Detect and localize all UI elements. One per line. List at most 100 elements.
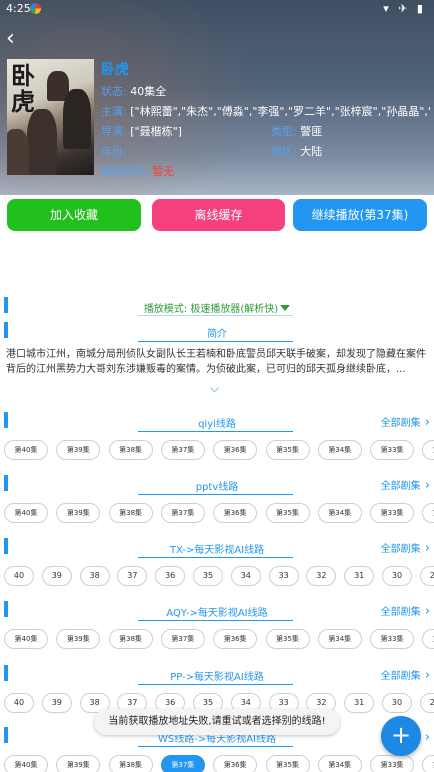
episode-chip[interactable]: 第34集	[317, 755, 362, 772]
episode-chip[interactable]: 第33集	[370, 503, 415, 523]
episode-chip[interactable]: 第38集	[108, 503, 153, 523]
episode-chip[interactable]: 40	[4, 566, 34, 586]
episode-chip[interactable]: 第33集	[370, 440, 415, 460]
episode-chip[interactable]: 第39集	[56, 503, 101, 523]
intro-text: 港口城市江州，南城分局刑侦队女副队长王若楠和卧底警员邱天联手破案，却发现了隐藏在…	[6, 349, 426, 375]
video-title: 卧虎	[101, 62, 129, 78]
divider	[138, 341, 293, 342]
episode-chip-row: 第40集第39集第38集第37集第36集第35集第34集第33集第32集	[0, 440, 434, 460]
episode-chip[interactable]: 第40集	[4, 440, 48, 460]
route-title: TX->每天影视AI线路	[169, 545, 265, 556]
route-section: pptv线路 全部剧集 › 第40集 第39集 第38集 第37集 第36集 第35集 第34集…	[0, 475, 434, 537]
episode-chip[interactable]: 第37集	[160, 755, 205, 772]
poster-figure	[7, 129, 29, 175]
episode-chip[interactable]: 第40集	[4, 629, 48, 649]
all-episodes-link[interactable]: 全部剧集 ›	[381, 667, 430, 682]
episode-chip[interactable]: 第38集	[108, 755, 153, 772]
episode-chip[interactable]: 第32集	[422, 440, 434, 460]
episode-chip[interactable]: 第36集	[213, 440, 258, 460]
episode-chip[interactable]: 第32集	[422, 629, 434, 649]
all-episodes-link[interactable]: 全部剧集 ›	[381, 603, 430, 618]
update-value: 暂无	[152, 165, 175, 178]
favorite-button[interactable]: 加入收藏	[7, 199, 141, 231]
episode-chip[interactable]: 第32集	[422, 755, 434, 772]
actors-label: 主演:	[101, 105, 127, 118]
back-arrow-icon[interactable]: ‹	[6, 26, 26, 52]
genre-cell: 类型: 警匪	[271, 122, 322, 142]
episode-chip[interactable]: 30	[382, 693, 412, 713]
chevron-right-icon: ›	[420, 668, 430, 683]
all-episodes-label: 全部剧集	[380, 544, 421, 555]
episode-chip-row: 40 39 38 37 36 35 34 33 32 31 30 29	[0, 566, 434, 586]
episode-chip[interactable]: 第37集	[160, 503, 205, 523]
episode-chip[interactable]: 第38集	[108, 440, 153, 460]
episode-chip[interactable]: 第35集	[265, 755, 310, 772]
poster-image: 卧虎	[7, 59, 94, 175]
episode-chip[interactable]: 第40集	[4, 503, 48, 523]
episode-chip[interactable]: 第32集	[422, 503, 434, 523]
episode-chip[interactable]: 38	[79, 566, 110, 586]
chevron-right-icon: ›	[420, 604, 430, 619]
all-episodes-link[interactable]: 全部剧集 ›	[381, 414, 430, 429]
episode-chip[interactable]: 第39集	[56, 629, 101, 649]
episode-chip[interactable]: 第39集	[56, 755, 101, 772]
divider	[138, 315, 293, 316]
offline-cache-button[interactable]: 离线缓存	[152, 199, 285, 231]
episode-chip[interactable]: 第37集	[160, 440, 205, 460]
episode-chip[interactable]: 第39集	[56, 440, 101, 460]
episode-chip[interactable]: 第36集	[213, 629, 258, 649]
all-episodes-label: 全部剧集	[380, 418, 421, 429]
divider	[138, 746, 293, 747]
episode-chip[interactable]: 第37集	[160, 629, 205, 649]
episode-chip[interactable]: 36	[155, 566, 186, 586]
episode-chip[interactable]: 33	[268, 566, 299, 586]
episode-chip[interactable]: 34	[230, 566, 261, 586]
video-detail-screen: 4:25 ▾ ✈ ▮ ‹ 卧虎 卧虎 状态: 40集全 主演: ["林熙蕾","…	[0, 0, 434, 772]
route-title: pptv线路	[195, 482, 239, 493]
poster-figure	[63, 89, 91, 149]
episode-chip[interactable]: 第35集	[265, 629, 310, 649]
region-cell: 地区: 大陆	[271, 142, 322, 162]
divider	[138, 684, 293, 685]
play-mode-label: 播放模式: 极速播放器(解析快)	[143, 304, 279, 315]
episode-chip[interactable]: 第34集	[317, 503, 362, 523]
episode-chip[interactable]: 29	[419, 693, 434, 713]
episode-chip[interactable]: 第40集	[4, 755, 48, 772]
episode-chip[interactable]: 29	[419, 566, 434, 586]
episode-chip[interactable]: 39	[41, 566, 72, 586]
status-time: 4:25	[6, 2, 31, 15]
region-label: 地区:	[271, 145, 297, 158]
episode-chip[interactable]: 第36集	[213, 503, 258, 523]
episode-chip[interactable]: 第34集	[317, 629, 362, 649]
continue-play-button[interactable]: 继续播放(第37集)	[293, 199, 427, 231]
episode-chip[interactable]: 第33集	[370, 755, 415, 772]
director-label: 导演:	[101, 125, 127, 138]
episode-chip[interactable]: 39	[41, 693, 72, 713]
director-value: ["聂楷栋"]	[130, 125, 182, 138]
episode-chip[interactable]: 第36集	[213, 755, 258, 772]
episode-chip[interactable]: 第38集	[108, 629, 153, 649]
episode-chip[interactable]: 第35集	[265, 440, 310, 460]
play-mode-selector[interactable]: 播放模式: 极速播放器(解析快)	[0, 300, 434, 315]
intro-title: 简介	[207, 329, 227, 340]
episode-chip-row: 第40集第39集第38集第37集第36集第35集第34集第33集第32集	[0, 629, 434, 649]
app-notification-icon	[30, 3, 41, 14]
episode-chip[interactable]: 35	[193, 566, 223, 586]
episode-chip[interactable]: 第35集	[265, 503, 310, 523]
episode-chip[interactable]: 40	[4, 693, 34, 713]
episode-chip[interactable]: 30	[382, 566, 412, 586]
episode-chip[interactable]: 31	[344, 693, 375, 713]
episode-chip[interactable]: 32	[306, 566, 337, 586]
episode-chip[interactable]: 第34集	[317, 440, 362, 460]
episode-chip[interactable]: 31	[344, 566, 375, 586]
all-episodes-link[interactable]: 全部剧集 ›	[381, 540, 430, 555]
status-row: 状态: 40集全	[101, 82, 431, 102]
actors-row: 主演: ["林熙蕾","朱杰","傅淼","李强","罗二羊","张梓宸","孙…	[101, 102, 431, 122]
episode-chip[interactable]: 第33集	[370, 629, 415, 649]
add-fab-button[interactable]: +	[381, 716, 421, 756]
year-row: 年份: 地区: 大陆	[101, 142, 431, 162]
all-episodes-label: 全部剧集	[380, 607, 421, 618]
expand-chevron-icon[interactable]: ⌵	[210, 381, 219, 396]
episode-chip[interactable]: 37	[117, 566, 148, 586]
all-episodes-link[interactable]: 全部剧集 ›	[381, 477, 430, 492]
